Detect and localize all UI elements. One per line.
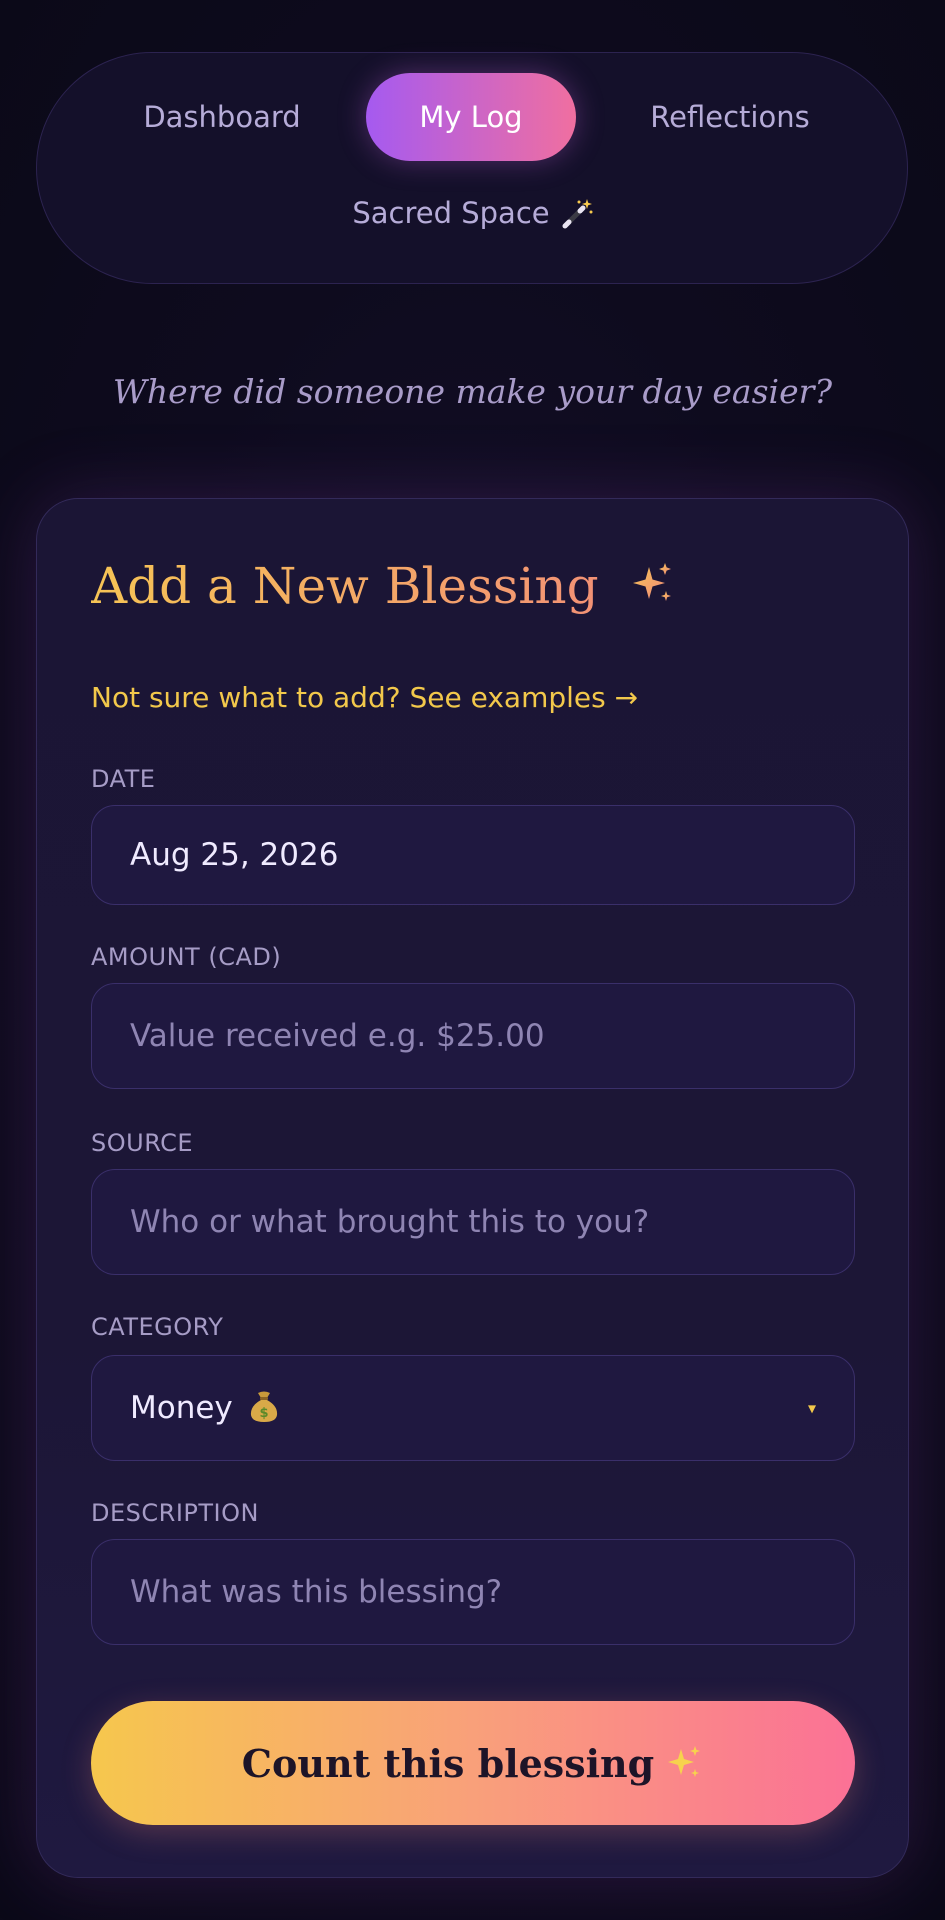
amount-label: AMOUNT (CAD): [91, 943, 282, 971]
top-navigation: Dashboard My Log Reflections Sacred Spac…: [36, 52, 908, 284]
count-blessing-button[interactable]: Count this blessing: [91, 1701, 855, 1825]
sparkles-icon: [627, 559, 677, 609]
money-bag-icon: $: [247, 1388, 281, 1424]
chevron-down-icon: ▾: [807, 1398, 816, 1418]
page-tagline: Where did someone make your day easier?: [112, 372, 833, 411]
date-field[interactable]: Aug 25, 2026: [91, 805, 855, 905]
tab-reflections[interactable]: Reflections: [625, 73, 835, 161]
magic-wand-icon: [560, 196, 594, 230]
description-label: DESCRIPTION: [91, 1499, 259, 1527]
tab-dashboard-label: Dashboard: [143, 100, 301, 134]
source-label: SOURCE: [91, 1129, 194, 1157]
tab-sacred-space-label: Sacred Space: [352, 196, 550, 230]
amount-input[interactable]: [130, 1018, 854, 1054]
see-examples-link[interactable]: Not sure what to add? See examples →: [91, 681, 638, 714]
svg-text:$: $: [259, 1406, 268, 1421]
date-label: DATE: [91, 765, 156, 793]
description-input[interactable]: [130, 1574, 854, 1610]
count-blessing-button-label: Count this blessing: [241, 1740, 655, 1786]
category-label: CATEGORY: [91, 1313, 224, 1341]
sparkles-icon: [664, 1743, 704, 1783]
card-title-text: Add a New Blessing: [91, 557, 599, 615]
add-blessing-card: Add a New Blessing Not sure what to add?…: [36, 498, 909, 1878]
amount-field[interactable]: [91, 983, 855, 1089]
date-value: Aug 25, 2026: [130, 837, 339, 873]
card-title: Add a New Blessing: [91, 557, 677, 615]
tab-reflections-label: Reflections: [650, 100, 810, 134]
tab-my-log[interactable]: My Log: [366, 73, 576, 161]
source-field[interactable]: [91, 1169, 855, 1275]
tab-my-log-label: My Log: [419, 100, 523, 134]
category-select[interactable]: Money $ ▾: [91, 1355, 855, 1461]
source-input[interactable]: [130, 1204, 854, 1240]
tab-sacred-space[interactable]: Sacred Space: [323, 185, 623, 241]
description-field[interactable]: [91, 1539, 855, 1645]
tab-dashboard[interactable]: Dashboard: [117, 73, 327, 161]
category-value: Money: [130, 1390, 233, 1426]
